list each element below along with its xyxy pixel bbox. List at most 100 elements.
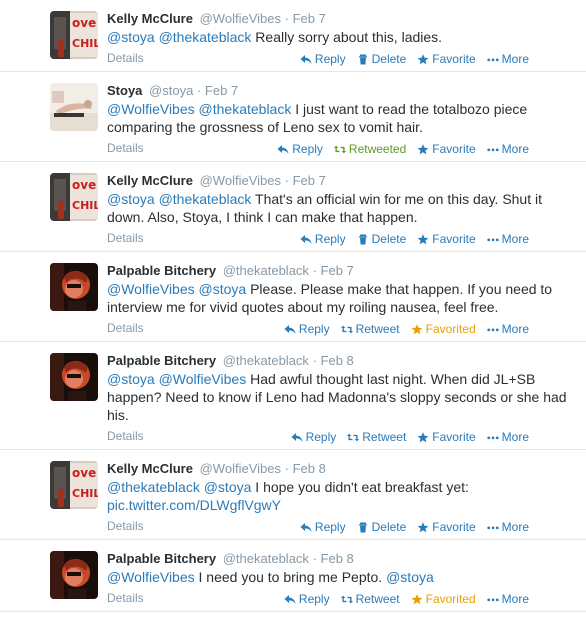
favorite-button[interactable]: Favorite [417, 230, 476, 248]
mention-link[interactable]: @stoya [386, 569, 434, 585]
mention-link[interactable]: @stoya [204, 479, 252, 495]
more-button[interactable]: More [486, 320, 529, 338]
star-icon [411, 593, 423, 605]
retweet-button[interactable]: Retweet [340, 320, 400, 338]
user-handle[interactable]: @stoya [149, 83, 193, 98]
reply-button[interactable]: Reply [300, 50, 346, 68]
avatar[interactable]: ove CHILL [50, 11, 98, 59]
details-link[interactable]: Details [107, 49, 144, 67]
avatar[interactable]: ove CHILL [50, 173, 98, 221]
more-button[interactable]: More [486, 428, 529, 446]
tweet-timestamp[interactable]: Feb 8 [293, 461, 326, 476]
tweet-text-segment: I hope you didn't eat breakfast yet: [251, 479, 473, 495]
tweet-item[interactable]: Palpable Bitchery @thekateblack · Feb 8 @… [0, 540, 586, 612]
action-label: Favorite [432, 430, 476, 444]
details-link[interactable]: Details [107, 427, 144, 445]
retweet-button[interactable]: Retweet [340, 590, 400, 608]
more-button[interactable]: More [486, 50, 529, 68]
mention-link[interactable]: @WolfieVibes [107, 101, 195, 117]
mention-link[interactable]: @WolfieVibes [107, 281, 195, 297]
user-name[interactable]: Palpable Bitchery [107, 353, 216, 368]
favorite-button[interactable]: Favorite [417, 50, 476, 68]
trash-icon [357, 522, 369, 533]
favorite-button[interactable]: Favorite [417, 140, 476, 158]
reply-button[interactable]: Reply [284, 320, 330, 338]
retweet-button[interactable]: Retweet [347, 428, 406, 446]
details-link[interactable]: Details [107, 319, 144, 337]
user-handle[interactable]: @WolfieVibes [200, 11, 281, 26]
more-button[interactable]: More [486, 230, 529, 248]
avatar[interactable] [50, 83, 98, 131]
tweet-item[interactable]: ove CHILL Kelly McClure @WolfieVibes · Feb… [0, 162, 586, 252]
media-link[interactable]: pic.twitter.com/DLWgflVgwY [107, 497, 281, 513]
tweet-item[interactable]: ove CHILL Kelly McClure @WolfieVibes · Feb… [0, 0, 586, 72]
user-name[interactable]: Kelly McClure [107, 461, 193, 476]
avatar[interactable]: ove CHILL [50, 461, 98, 509]
avatar[interactable] [50, 353, 98, 401]
tweet-timestamp[interactable]: Feb 8 [321, 551, 354, 566]
user-name[interactable]: Kelly McClure [107, 11, 193, 26]
svg-text:ove: ove [72, 16, 96, 30]
dot-separator: · [312, 551, 317, 566]
mention-link[interactable]: @thekateblack [159, 191, 252, 207]
user-handle[interactable]: @thekateblack [223, 353, 309, 368]
reply-icon [284, 594, 296, 605]
mention-link[interactable]: @thekateblack [159, 29, 252, 45]
user-handle[interactable]: @thekateblack [223, 551, 309, 566]
mention-link[interactable]: @thekateblack [199, 101, 292, 117]
tweet-header: Palpable Bitchery @thekateblack · Feb 8 [107, 352, 576, 370]
reply-button[interactable]: Reply [277, 140, 323, 158]
mention-link[interactable]: @WolfieVibes [159, 371, 247, 387]
tweet-item[interactable]: Palpable Bitchery @thekateblack · Feb 8 @… [0, 342, 586, 450]
reply-button[interactable]: Reply [300, 518, 346, 536]
action-label: Favorited [425, 592, 476, 606]
tweet-timestamp[interactable]: Feb 7 [321, 263, 354, 278]
retweeted-button[interactable]: Retweeted [333, 140, 406, 158]
avatar[interactable] [50, 263, 98, 311]
reply-icon [284, 324, 296, 335]
mention-link[interactable]: @stoya [199, 281, 247, 297]
delete-button[interactable]: Delete [357, 518, 406, 536]
delete-button[interactable]: Delete [357, 230, 406, 248]
tweet-actions: Reply Delete Favorite More [300, 518, 529, 536]
user-name[interactable]: Palpable Bitchery [107, 551, 216, 566]
tweet-item[interactable]: Palpable Bitchery @thekateblack · Feb 7 @… [0, 252, 586, 342]
favorite-button[interactable]: Favorite [417, 428, 476, 446]
mention-link[interactable]: @WolfieVibes [107, 569, 195, 585]
tweet-timestamp[interactable]: Feb 7 [293, 173, 326, 188]
details-link[interactable]: Details [107, 589, 144, 607]
user-name[interactable]: Stoya [107, 83, 142, 98]
mention-link[interactable]: @stoya [107, 371, 155, 387]
tweet-timestamp[interactable]: Feb 8 [321, 353, 354, 368]
reply-button[interactable]: Reply [291, 428, 336, 446]
tweet-item[interactable]: ove CHILL Kelly McClure @WolfieVibes · Feb… [0, 450, 586, 540]
mention-link[interactable]: @thekateblack [107, 479, 200, 495]
more-icon [486, 54, 499, 65]
user-handle[interactable]: @WolfieVibes [200, 173, 281, 188]
delete-button[interactable]: Delete [357, 50, 406, 68]
tweet-item[interactable]: Stoya @stoya · Feb 7 @WolfieVibes @thekat… [0, 72, 586, 162]
reply-icon [300, 522, 312, 533]
details-link[interactable]: Details [107, 517, 144, 535]
svg-text:ove: ove [72, 178, 96, 192]
mention-link[interactable]: @stoya [107, 191, 155, 207]
tweet-timestamp[interactable]: Feb 7 [205, 83, 238, 98]
user-name[interactable]: Kelly McClure [107, 173, 193, 188]
more-button[interactable]: More [486, 590, 529, 608]
tweet-actions: Reply Retweeted Favorite More [277, 140, 529, 158]
reply-button[interactable]: Reply [284, 590, 330, 608]
user-name[interactable]: Palpable Bitchery [107, 263, 216, 278]
favorited-button[interactable]: Favorited [411, 590, 476, 608]
user-handle[interactable]: @thekateblack [223, 263, 309, 278]
favorited-button[interactable]: Favorited [411, 320, 476, 338]
mention-link[interactable]: @stoya [107, 29, 155, 45]
details-link[interactable]: Details [107, 139, 144, 157]
avatar[interactable] [50, 551, 98, 599]
reply-button[interactable]: Reply [300, 230, 346, 248]
favorite-button[interactable]: Favorite [417, 518, 476, 536]
tweet-timestamp[interactable]: Feb 7 [293, 11, 326, 26]
more-button[interactable]: More [486, 140, 529, 158]
more-button[interactable]: More [486, 518, 529, 536]
user-handle[interactable]: @WolfieVibes [200, 461, 281, 476]
details-link[interactable]: Details [107, 229, 144, 247]
